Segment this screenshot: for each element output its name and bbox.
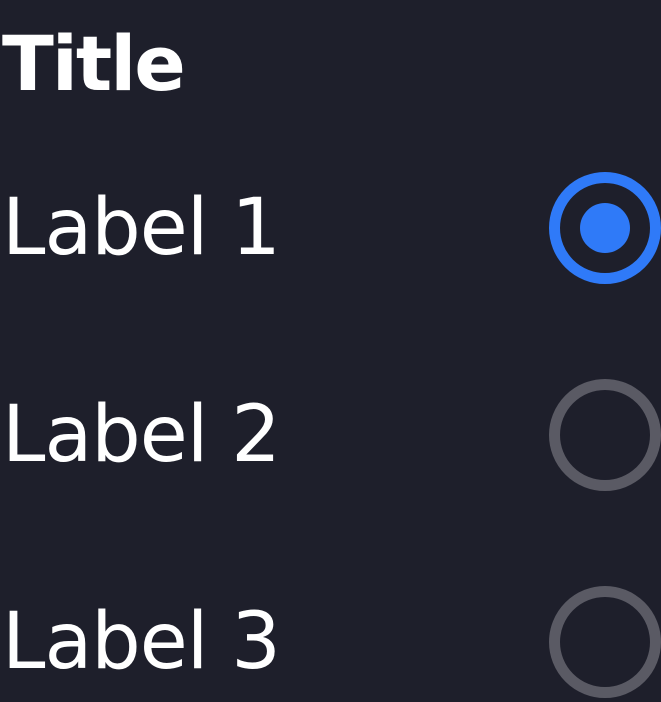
radio-group-title: Title	[2, 19, 186, 108]
radio-option-label: Label 2	[2, 390, 281, 480]
radio-selected-dot	[580, 203, 630, 253]
radio-option-label: Label 1	[2, 183, 281, 273]
radio-button-selected[interactable]	[549, 172, 661, 284]
radio-option-label: Label 3	[2, 597, 281, 687]
radio-option-3[interactable]: Label 3	[0, 582, 661, 702]
radio-group-screen: Title Label 1 Label 2 Label 3	[0, 0, 661, 702]
radio-option-1[interactable]: Label 1	[0, 168, 661, 288]
radio-option-2[interactable]: Label 2	[0, 375, 661, 495]
radio-button-unselected[interactable]	[549, 586, 661, 698]
radio-button-unselected[interactable]	[549, 379, 661, 491]
